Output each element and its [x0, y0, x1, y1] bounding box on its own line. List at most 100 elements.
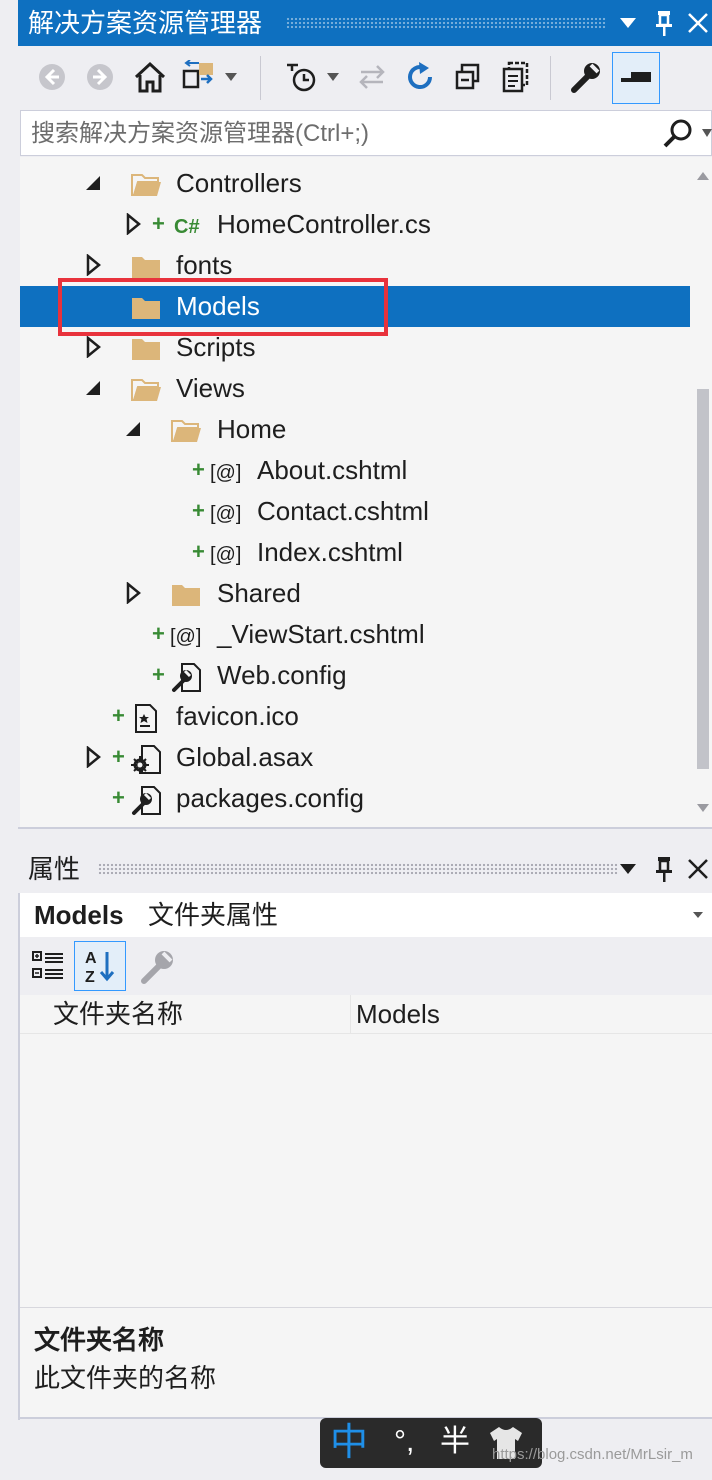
pending-add-icon: +: [192, 498, 205, 523]
pin-icon[interactable]: [648, 845, 680, 893]
tree-item-homecontroller-cs[interactable]: + C# HomeController.cs: [20, 204, 690, 245]
toolbar-separator: [550, 56, 551, 100]
switch-views-dropdown-icon[interactable]: [218, 54, 244, 100]
properties-wrench-icon[interactable]: [564, 54, 608, 100]
ime-punctuation-toggle[interactable]: °,: [394, 1422, 414, 1462]
tree-item-web-config[interactable]: + Web.config: [20, 655, 690, 696]
titlebar-grip: [286, 17, 606, 29]
tree-item-label: Controllers: [176, 168, 302, 198]
pending-add-icon: +: [112, 703, 125, 728]
properties-object-selector[interactable]: Models 文件夹属性: [20, 893, 712, 937]
ime-width-toggle[interactable]: 半: [440, 1422, 470, 1462]
properties-titlebar[interactable]: 属性: [18, 845, 712, 893]
svg-text:[@]: [@]: [210, 544, 241, 566]
pending-changes-filter-icon[interactable]: [280, 54, 324, 100]
categorized-view-icon[interactable]: [30, 947, 66, 985]
tree-item-views[interactable]: Views: [20, 368, 690, 409]
sync-with-active-document-icon[interactable]: [350, 54, 394, 100]
search-input[interactable]: 搜索解决方案资源管理器(Ctrl+;): [31, 119, 369, 149]
tree-item-index-cshtml[interactable]: + [@] Index.cshtml: [20, 532, 690, 573]
config-icon: [130, 784, 162, 815]
tree-item-favicon-ico[interactable]: + favicon.ico: [20, 696, 690, 737]
collapsed-arrow-icon[interactable]: [82, 253, 104, 277]
search-icon[interactable]: [661, 117, 695, 156]
collapsed-arrow-icon[interactable]: [122, 212, 144, 236]
object-dropdown-icon[interactable]: [692, 911, 704, 919]
tree-item-viewstart-cshtml[interactable]: + [@] _ViewStart.cshtml: [20, 614, 690, 655]
expanded-arrow-icon[interactable]: [82, 172, 104, 194]
config-icon: [170, 661, 202, 692]
tree-item-about-cshtml[interactable]: + [@] About.cshtml: [20, 450, 690, 491]
scroll-up-icon[interactable]: [696, 171, 710, 181]
show-all-files-icon[interactable]: [494, 54, 538, 100]
search-options-dropdown-icon[interactable]: [701, 125, 712, 143]
solution-explorer-titlebar[interactable]: 解决方案资源管理器: [18, 0, 712, 46]
tree-item-label: HomeController.cs: [217, 209, 431, 239]
folder-icon: [130, 374, 162, 404]
folder-icon: [170, 579, 202, 609]
tree-item-label: Web.config: [217, 660, 347, 690]
collapsed-arrow-icon[interactable]: [82, 745, 104, 769]
close-icon[interactable]: [682, 845, 712, 893]
csharp-icon: C#: [174, 210, 206, 240]
property-pages-wrench-icon[interactable]: [138, 945, 178, 987]
pin-icon[interactable]: [648, 0, 680, 46]
razor-icon: [@]: [210, 497, 242, 527]
tree-item-controllers[interactable]: Controllers: [20, 163, 690, 204]
razor-icon: [@]: [170, 620, 202, 650]
collapsed-arrow-icon[interactable]: [122, 581, 144, 605]
svg-text:[@]: [@]: [210, 462, 241, 484]
svg-text:A: A: [85, 950, 97, 967]
alphabetical-view-icon[interactable]: AZ: [74, 941, 126, 991]
tree-item-label: Shared: [217, 578, 301, 608]
watermark-text: https://blog.csdn.net/MrLsir_m: [492, 1446, 693, 1463]
tree-item-label: _ViewStart.cshtml: [217, 619, 425, 649]
scrollbar-thumb[interactable]: [697, 389, 709, 769]
tree-item-label: packages.config: [176, 783, 364, 813]
image-file-icon: [130, 702, 162, 733]
tree-scrollbar[interactable]: [692, 157, 712, 827]
svg-text:C#: C#: [174, 216, 200, 238]
tree-item-label: favicon.ico: [176, 701, 299, 731]
property-row[interactable]: 文件夹名称 Models: [20, 995, 712, 1034]
solution-explorer-search-box[interactable]: 搜索解决方案资源管理器(Ctrl+;): [20, 110, 712, 156]
tree-item-contact-cshtml[interactable]: + [@] Contact.cshtml: [20, 491, 690, 532]
pending-add-icon: +: [112, 785, 125, 810]
pending-add-icon: +: [152, 621, 165, 646]
ime-mode-toggle[interactable]: 中: [330, 1420, 368, 1466]
expanded-arrow-icon[interactable]: [82, 377, 104, 399]
tree-item-home[interactable]: Home: [20, 409, 690, 450]
expanded-arrow-icon[interactable]: [122, 418, 144, 440]
toolbar-separator: [260, 56, 261, 100]
solution-explorer-tree[interactable]: Controllers + C# HomeController.cs fonts Mode…: [20, 157, 712, 827]
property-key: 文件夹名称: [53, 999, 184, 1029]
filter-dropdown-icon[interactable]: [320, 54, 346, 100]
scroll-down-icon[interactable]: [696, 803, 710, 813]
collapse-all-icon[interactable]: [446, 54, 490, 100]
description-title: 文件夹名称: [34, 1325, 165, 1355]
annotation-highlight-box: [58, 278, 388, 336]
folder-icon: [130, 251, 162, 281]
tree-item-shared[interactable]: Shared: [20, 573, 690, 614]
tree-item-packages-config[interactable]: + packages.config: [20, 778, 690, 819]
preview-selected-items-toggle[interactable]: [612, 52, 660, 104]
column-divider[interactable]: [350, 995, 351, 1033]
tree-item-global-asax[interactable]: + Global.asax: [20, 737, 690, 778]
switch-views-icon[interactable]: [178, 54, 222, 100]
folder-icon: [130, 169, 162, 199]
property-value[interactable]: Models: [356, 997, 440, 1031]
back-icon[interactable]: [30, 54, 74, 100]
window-menu-dropdown-icon[interactable]: [612, 845, 644, 893]
window-menu-dropdown-icon[interactable]: [612, 0, 644, 46]
home-icon[interactable]: [128, 54, 172, 100]
collapsed-arrow-icon[interactable]: [82, 335, 104, 359]
tree-item-label: About.cshtml: [257, 455, 408, 485]
folder-icon: [130, 333, 162, 363]
property-grid[interactable]: 文件夹名称 Models: [20, 995, 712, 1307]
close-icon[interactable]: [682, 0, 712, 46]
tree-item-label: Views: [176, 373, 245, 403]
pending-add-icon: +: [152, 211, 165, 236]
forward-icon[interactable]: [78, 54, 122, 100]
properties-title: 属性: [28, 854, 81, 884]
refresh-icon[interactable]: [398, 54, 442, 100]
